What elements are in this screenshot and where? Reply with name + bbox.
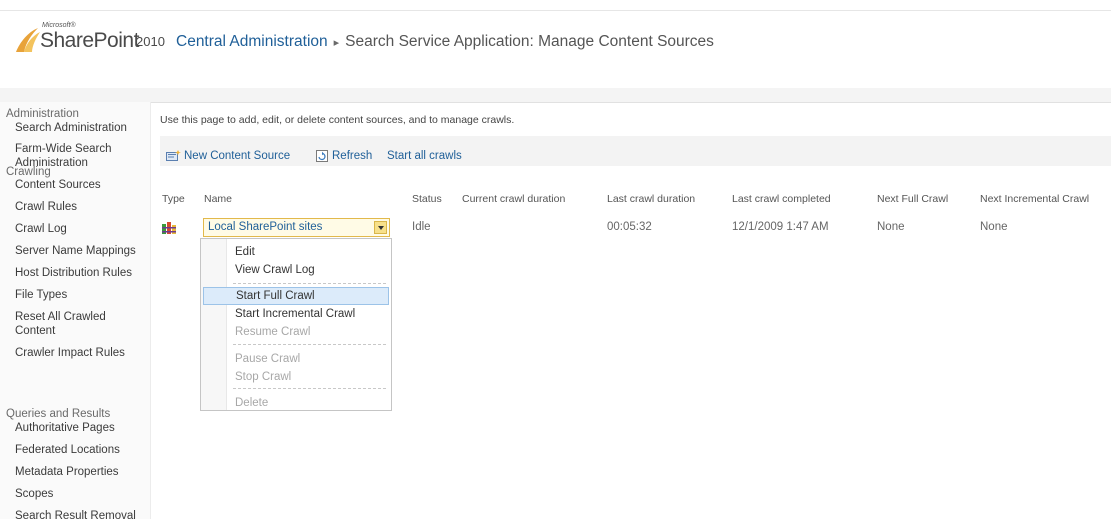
context-menu: Edit View Crawl Log Start Full Crawl Sta…	[200, 238, 392, 411]
column-header-type[interactable]: Type	[162, 193, 185, 205]
microsoft-label: Microsoft®	[42, 22, 76, 29]
content-source-name-dropdown[interactable]: Local SharePoint sites	[203, 218, 390, 237]
cell-next-full-crawl: None	[877, 221, 905, 233]
nav-item-crawler-impact-rules[interactable]: Crawler Impact Rules	[0, 346, 150, 360]
content-toolbar: New Content Source Refresh Start all cra…	[160, 136, 1111, 166]
nav-heading-administration[interactable]: Administration	[0, 108, 150, 120]
nav-item-scopes[interactable]: Scopes	[0, 487, 150, 501]
breadcrumb-separator: ▸	[333, 37, 340, 49]
menu-item-view-crawl-log[interactable]: View Crawl Log	[203, 261, 389, 279]
start-all-crawls-button[interactable]: Start all crawls	[387, 150, 462, 162]
content-source-name: Local SharePoint sites	[208, 221, 323, 233]
nav-item-crawl-log[interactable]: Crawl Log	[0, 222, 150, 236]
cell-next-incremental-crawl: None	[980, 221, 1008, 233]
page-title-text: Search Service Application: Manage Conte…	[345, 33, 714, 50]
refresh-button[interactable]: Refresh	[316, 150, 372, 162]
nav-item-search-administration[interactable]: Search Administration	[0, 121, 150, 135]
column-header-current-crawl-duration[interactable]: Current crawl duration	[462, 193, 565, 205]
nav-item-authoritative-pages[interactable]: Authoritative Pages	[0, 421, 150, 435]
menu-item-delete: Delete	[235, 397, 269, 409]
cell-last-crawl-completed: 12/1/2009 1:47 AM	[732, 221, 829, 233]
menu-item-resume-crawl: Resume Crawl	[235, 326, 311, 338]
product-name: SharePoint	[40, 29, 139, 52]
nav-item-content-sources[interactable]: Content Sources	[0, 178, 150, 192]
menu-item-edit[interactable]: Edit	[203, 243, 389, 261]
nav-item-metadata-properties[interactable]: Metadata Properties	[0, 465, 150, 479]
menu-item-stop-crawl: Stop Crawl	[235, 371, 292, 383]
cell-status: Idle	[412, 221, 431, 233]
menu-separator	[233, 388, 386, 389]
nav-heading-crawling[interactable]: Crawling	[0, 166, 150, 178]
nav-item-reset-all-crawled-content[interactable]: Reset All Crawled Content	[0, 310, 125, 338]
column-header-name[interactable]: Name	[204, 193, 232, 205]
page-title: Central Administration ▸ Search Service Ap…	[176, 33, 714, 51]
nav-item-federated-locations[interactable]: Federated Locations	[0, 443, 150, 457]
content-source-icon	[162, 222, 176, 234]
column-header-status[interactable]: Status	[412, 193, 442, 205]
nav-item-host-distribution-rules[interactable]: Host Distribution Rules	[0, 266, 150, 280]
page-description: Use this page to add, edit, or delete co…	[160, 114, 515, 126]
column-header-next-incremental-crawl[interactable]: Next Incremental Crawl	[980, 193, 1089, 205]
breadcrumb-central-admin[interactable]: Central Administration	[176, 33, 328, 50]
nav-item-crawl-rules[interactable]: Crawl Rules	[0, 200, 150, 214]
nav-item-file-types[interactable]: File Types	[0, 288, 150, 302]
nav-heading-queries-and-results[interactable]: Queries and Results	[0, 408, 150, 420]
nav-item-search-result-removal[interactable]: Search Result Removal	[0, 509, 150, 523]
product-year: 2010	[136, 34, 165, 49]
cell-last-crawl-duration: 00:05:32	[607, 221, 652, 233]
menu-item-start-full-crawl[interactable]: Start Full Crawl	[203, 287, 389, 305]
column-header-next-full-crawl[interactable]: Next Full Crawl	[877, 193, 948, 205]
new-content-source-button[interactable]: New Content Source	[166, 150, 290, 162]
new-item-icon	[166, 150, 181, 162]
nav-item-server-name-mappings[interactable]: Server Name Mappings	[0, 244, 150, 258]
menu-separator	[233, 344, 386, 345]
refresh-label: Refresh	[332, 150, 373, 163]
menu-separator	[233, 283, 386, 284]
sharepoint-logo: Microsoft® SharePoint 2010	[14, 22, 165, 62]
top-band	[0, 0, 1111, 11]
menu-item-pause-crawl: Pause Crawl	[235, 353, 301, 365]
chevron-down-icon[interactable]	[374, 221, 387, 234]
ribbon-bar	[0, 88, 1111, 103]
left-navigation: Administration Search Administration Far…	[0, 102, 151, 522]
refresh-icon	[316, 150, 328, 162]
column-header-last-crawl-duration[interactable]: Last crawl duration	[607, 193, 695, 205]
new-content-source-label: New Content Source	[184, 150, 291, 162]
sharepoint-swoosh-icon	[16, 28, 40, 52]
column-header-last-crawl-completed[interactable]: Last crawl completed	[732, 193, 831, 205]
menu-item-start-incremental-crawl[interactable]: Start Incremental Crawl	[203, 305, 389, 323]
